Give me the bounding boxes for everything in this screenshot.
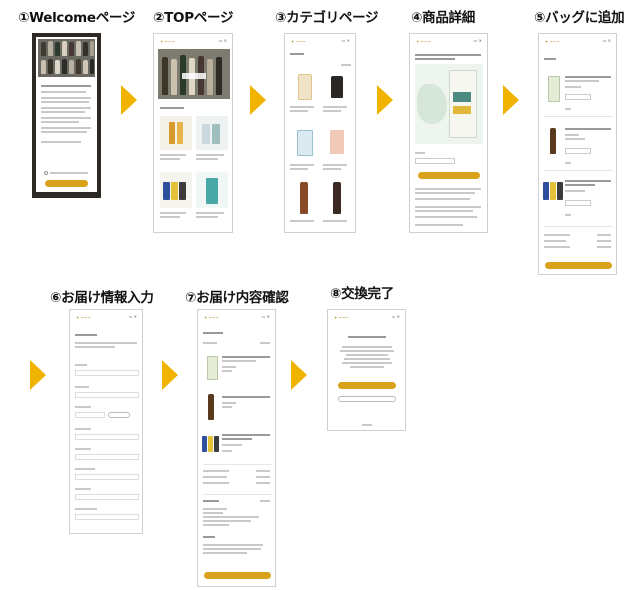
screen-delivery-input: ✦ ~~~ ▭ ✕: [69, 309, 143, 534]
screen-delivery-confirm: ✦ ~~~ ▭ ✕: [197, 309, 276, 587]
add-to-bag-button[interactable]: [418, 172, 480, 179]
step-label-delivery-input: ⑥お届け情報入力: [50, 290, 154, 306]
step-label-add-to-bag: ⑤バッグに追加: [534, 10, 625, 26]
menu-icon[interactable]: ▭ ✕: [474, 38, 482, 43]
address-lookup-button[interactable]: [108, 412, 130, 418]
quantity-stepper[interactable]: [565, 200, 591, 206]
bottle-photo: [38, 39, 95, 77]
order-item-image: [201, 432, 221, 458]
proceed-button[interactable]: [545, 262, 612, 269]
product-tile[interactable]: [160, 172, 192, 208]
step-label-category: ③カテゴリページ: [275, 10, 379, 26]
bag-item-image: [542, 178, 564, 204]
arrow-right-icon: [250, 85, 266, 115]
screen-product-detail: ✦ ~~~ ▭ ✕: [409, 33, 488, 233]
arrow-right-icon: [121, 85, 137, 115]
name-field[interactable]: [75, 370, 139, 376]
brand-logo: ✦ ~~~: [76, 315, 91, 320]
screen-top: ✦ ~~~ ▭ ✕: [153, 33, 233, 233]
back-to-top-button[interactable]: [338, 382, 396, 389]
header: ✦ ~~~ ▭ ✕: [70, 310, 142, 324]
menu-icon[interactable]: ▭ ✕: [603, 38, 611, 43]
step-label-exchange-complete: ⑧交換完了: [330, 286, 394, 302]
product-tile[interactable]: [196, 172, 228, 208]
product-tile[interactable]: [290, 126, 318, 160]
city-field[interactable]: [75, 454, 139, 460]
step-label-delivery-confirm: ⑦お届け内容確認: [185, 290, 289, 306]
start-button[interactable]: [45, 180, 88, 187]
menu-icon[interactable]: ▭ ✕: [342, 38, 350, 43]
menu-icon[interactable]: ▭ ✕: [392, 314, 400, 319]
menu-icon[interactable]: ▭ ✕: [219, 38, 227, 43]
product-image: [415, 64, 483, 144]
bag-item-image: [544, 126, 562, 156]
screen-category: ✦ ~~~ ▭ ✕: [284, 33, 356, 233]
arrow-right-icon: [30, 360, 46, 390]
name-kana-field[interactable]: [75, 392, 139, 398]
product-tile[interactable]: [290, 180, 318, 216]
arrow-right-icon: [503, 85, 519, 115]
hero-banner: [158, 49, 230, 99]
phone-field[interactable]: [75, 494, 139, 500]
postal-code-field[interactable]: [75, 412, 105, 418]
address-field[interactable]: [75, 474, 139, 480]
order-item-image: [203, 354, 219, 380]
menu-icon[interactable]: ▭ ✕: [262, 314, 270, 319]
quantity-stepper[interactable]: [415, 158, 455, 164]
step-label-welcome: ①Welcomeページ: [18, 10, 136, 26]
brand-logo: ✦ ~~~: [334, 315, 349, 320]
consent-checkbox[interactable]: [44, 171, 48, 175]
brand-logo: ✦ ~~~: [545, 39, 560, 44]
step-label-top: ②TOPページ: [153, 10, 234, 26]
product-tile[interactable]: [323, 72, 351, 102]
quantity-stepper[interactable]: [565, 148, 591, 154]
arrow-right-icon: [291, 360, 307, 390]
header: ✦ ~~~ ▭ ✕: [539, 34, 616, 48]
menu-icon[interactable]: ▭ ✕: [129, 314, 137, 319]
header: ✦ ~~~ ▭ ✕: [328, 310, 405, 324]
welcome-card: [36, 37, 97, 192]
brand-logo: ✦ ~~~: [416, 39, 431, 44]
quantity-stepper[interactable]: [565, 94, 591, 100]
email-field[interactable]: [75, 514, 139, 520]
step-label-product-detail: ④商品詳細: [411, 10, 475, 26]
brand-logo: ✦ ~~~: [204, 315, 219, 320]
product-tile[interactable]: [323, 126, 351, 160]
brand-logo: ✦ ~~~: [291, 39, 306, 44]
header: ✦ ~~~ ▭ ✕: [198, 310, 275, 324]
prefecture-select[interactable]: [75, 434, 139, 440]
screen-bag: ✦ ~~~ ▭ ✕: [538, 33, 617, 275]
header: ✦ ~~~ ▭ ✕: [285, 34, 355, 48]
screen-exchange-complete: ✦ ~~~ ▭ ✕: [327, 309, 406, 431]
order-item-image: [203, 392, 219, 422]
arrow-right-icon: [162, 360, 178, 390]
secondary-button[interactable]: [338, 396, 396, 402]
screen-welcome: [32, 33, 101, 198]
product-tile[interactable]: [160, 116, 192, 150]
arrow-right-icon: [377, 85, 393, 115]
product-tile[interactable]: [196, 116, 228, 150]
brand-logo: ✦ ~~~: [160, 39, 175, 44]
header: ✦ ~~~ ▭ ✕: [154, 34, 232, 48]
product-tile[interactable]: [323, 180, 351, 216]
bag-item-image: [544, 74, 562, 102]
product-tile[interactable]: [290, 72, 318, 102]
header: ✦ ~~~ ▭ ✕: [410, 34, 487, 48]
confirm-button[interactable]: [204, 572, 271, 579]
